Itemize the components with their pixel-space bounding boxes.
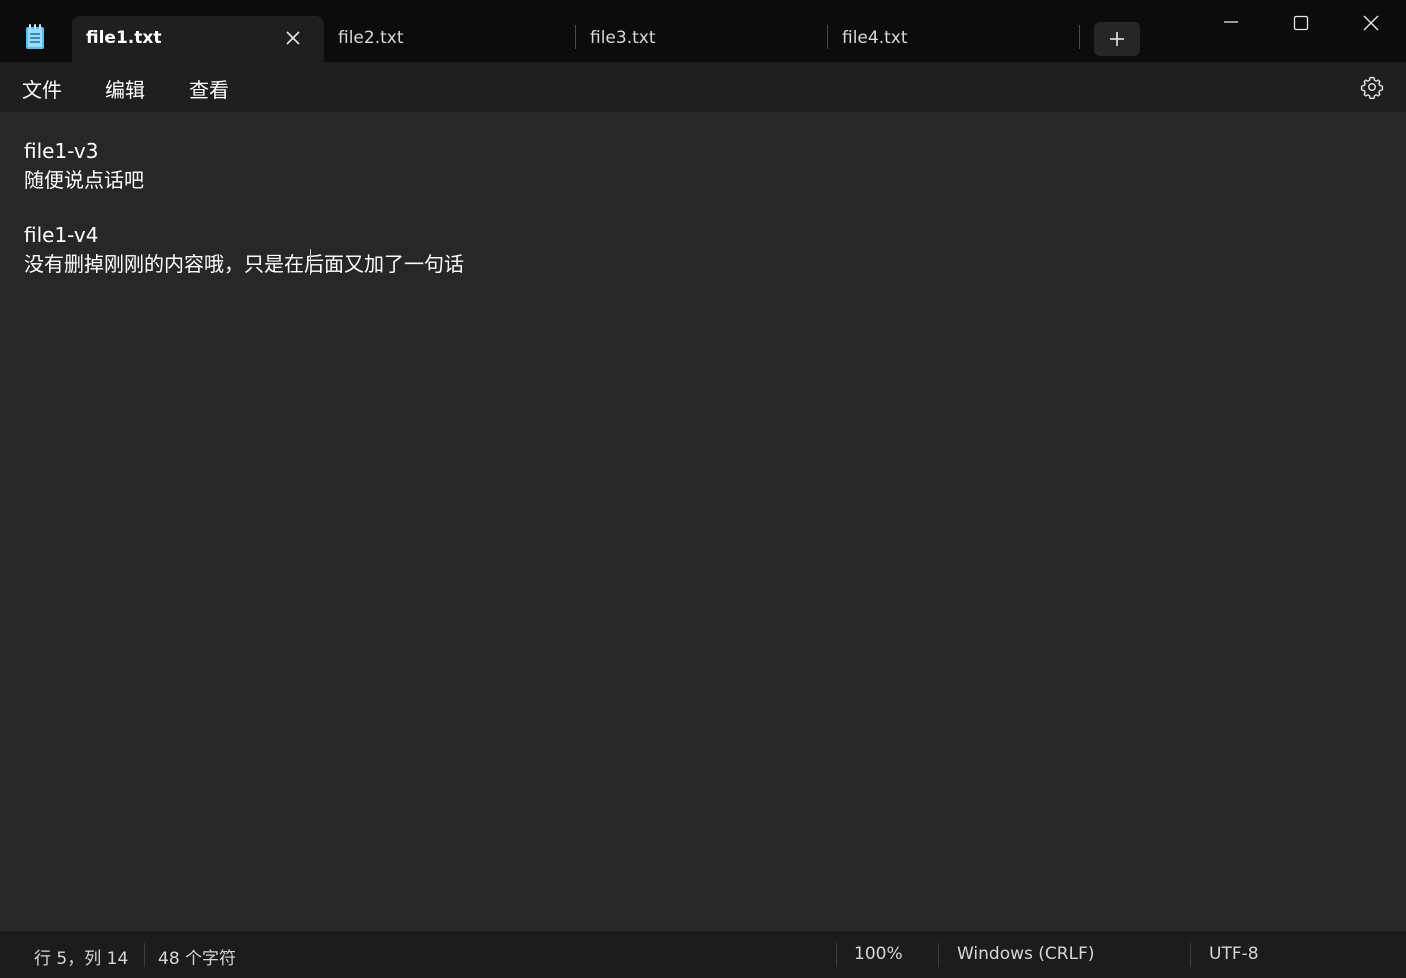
notepad-window: file1.txt file2.txt file3.txt file4.txt bbox=[0, 0, 1406, 978]
plus-icon bbox=[1110, 32, 1124, 46]
status-bar: 行 5，列 14 48 个字符 100% Windows (CRLF) UTF-… bbox=[0, 930, 1406, 978]
maximize-icon bbox=[1293, 15, 1309, 31]
text-line: file1-v4 bbox=[24, 223, 99, 247]
maximize-button[interactable] bbox=[1266, 0, 1336, 46]
close-window-button[interactable] bbox=[1336, 0, 1406, 46]
tab-file4[interactable]: file4.txt bbox=[828, 16, 1080, 62]
minimize-button[interactable] bbox=[1196, 0, 1266, 46]
gear-icon[interactable] bbox=[1360, 75, 1384, 100]
minimize-icon bbox=[1224, 21, 1238, 23]
tab-file2[interactable]: file2.txt bbox=[324, 16, 576, 62]
status-divider bbox=[938, 943, 939, 967]
menu-file[interactable]: 文件 bbox=[22, 74, 62, 103]
cursor-position[interactable]: 行 5，列 14 bbox=[34, 944, 128, 969]
character-count: 48 个字符 bbox=[158, 949, 237, 969]
tab-label: file1.txt bbox=[86, 28, 162, 48]
status-divider bbox=[144, 943, 145, 967]
notepad-icon bbox=[24, 24, 46, 50]
text-line: file1-v3 bbox=[24, 139, 99, 163]
text-editor[interactable]: file1-v3 随便说点话吧 file1-v4 没有删掉刚刚的内容哦，只是在后… bbox=[0, 112, 1406, 930]
text-line: 没有删掉刚刚的内容哦，只是在后面又加了一句话 bbox=[24, 252, 464, 276]
encoding[interactable]: UTF-8 bbox=[1209, 944, 1259, 964]
status-divider bbox=[1190, 943, 1191, 967]
title-bar[interactable]: file1.txt file2.txt file3.txt file4.txt bbox=[0, 0, 1406, 62]
tab-divider bbox=[1079, 25, 1080, 49]
text-caret bbox=[310, 249, 311, 275]
close-icon bbox=[1363, 15, 1379, 31]
menu-view[interactable]: 查看 bbox=[189, 74, 229, 103]
new-tab-button[interactable] bbox=[1094, 22, 1140, 56]
tab-label: file3.txt bbox=[590, 28, 656, 48]
tab-file3[interactable]: file3.txt bbox=[576, 16, 828, 62]
tab-label: file4.txt bbox=[842, 28, 908, 48]
tab-file1[interactable]: file1.txt bbox=[72, 16, 324, 62]
close-icon[interactable] bbox=[284, 29, 302, 47]
menu-edit[interactable]: 编辑 bbox=[105, 74, 145, 103]
status-divider bbox=[836, 943, 837, 967]
text-line: 随便说点话吧 bbox=[24, 168, 144, 192]
zoom-level[interactable]: 100% bbox=[854, 944, 903, 964]
line-ending[interactable]: Windows (CRLF) bbox=[957, 944, 1095, 964]
tab-label: file2.txt bbox=[338, 28, 404, 48]
menu-bar: 文件 编辑 查看 bbox=[0, 62, 1406, 112]
